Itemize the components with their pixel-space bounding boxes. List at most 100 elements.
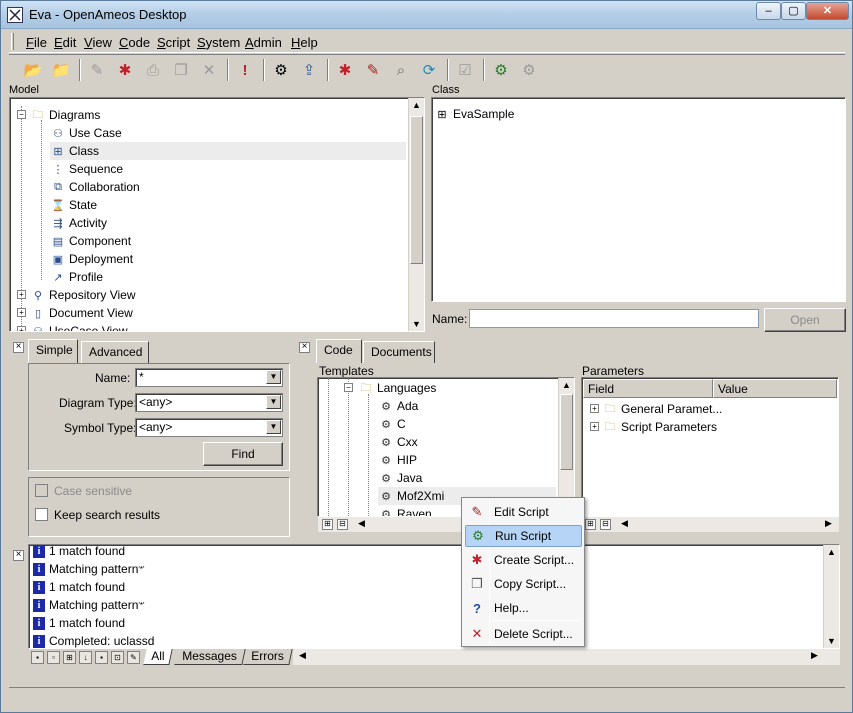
import-icon[interactable]: ⇪ — [297, 58, 321, 82]
log-tab-messages[interactable]: Messages — [174, 649, 246, 665]
create-script-menu-item[interactable]: ✱ Create Script... — [465, 549, 582, 571]
menu-admin[interactable]: Admin — [245, 35, 282, 50]
scroll-right-arrow[interactable]: ▶ — [821, 518, 836, 529]
model-tree-item[interactable]: ⋮ Sequence — [50, 160, 124, 178]
scroll-thumb[interactable] — [410, 116, 423, 264]
model-tree-item[interactable]: ▯ Document View — [30, 304, 133, 322]
case-sensitive-checkbox[interactable] — [35, 484, 48, 497]
edit-icon[interactable]: ✎ — [85, 58, 109, 82]
model-tree-item[interactable]: ⚲ Repository View — [30, 286, 136, 304]
maximize-button[interactable]: ▢ — [781, 2, 806, 20]
model-tree-item[interactable]: ▤ Component — [50, 232, 131, 250]
model-tree-scrollbar[interactable]: ▲ ▼ — [408, 98, 424, 331]
model-tree-item[interactable]: ▣ Deployment — [50, 250, 133, 268]
tab-documents[interactable]: Documents — [363, 341, 435, 363]
open-button[interactable]: Open — [764, 308, 846, 332]
template-item[interactable]: ⚙ Java — [378, 469, 422, 487]
chevron-down-icon[interactable]: ▼ — [266, 395, 281, 409]
menu-file[interactable]: File — [26, 35, 47, 50]
menu-help[interactable]: Help — [291, 35, 318, 50]
gear-icon[interactable]: ⚙ — [269, 58, 293, 82]
scroll-right-arrow[interactable]: ▶ — [807, 650, 822, 661]
value-column-header[interactable]: Value — [713, 379, 837, 398]
parameter-row[interactable]: 🗀 General Paramet... — [602, 400, 723, 418]
close-button[interactable]: ✕ — [806, 2, 849, 20]
template-item[interactable]: ⚙ C — [378, 415, 406, 433]
model-tree-item[interactable]: ⇶ Activity — [50, 214, 107, 232]
tree-collapse-toggle[interactable]: − — [344, 383, 353, 392]
menu-script[interactable]: Script — [157, 35, 190, 50]
model-tree-item[interactable]: ⧉ Collaboration — [50, 178, 140, 196]
scroll-up-arrow[interactable]: ▲ — [559, 380, 574, 390]
open-project-icon[interactable]: 📁 — [49, 58, 73, 82]
model-tree-item[interactable]: ⊞ Class — [50, 142, 406, 160]
template-item[interactable]: 🗀 Languages — [358, 379, 437, 397]
tab-simple[interactable]: Simple — [28, 339, 78, 363]
class-name-input[interactable] — [469, 309, 759, 328]
log-tab-all[interactable]: All — [143, 649, 174, 665]
delete-icon[interactable]: ✕ — [197, 58, 221, 82]
menu-view[interactable]: View — [84, 35, 112, 50]
find-button[interactable]: Find — [203, 442, 283, 466]
chevron-down-icon[interactable]: ▼ — [266, 420, 281, 434]
check-icon[interactable]: ☑ — [453, 58, 477, 82]
clear-log-icon[interactable]: ▫ — [47, 651, 60, 664]
symbol-type-combo[interactable]: <any> ▼ — [135, 418, 283, 437]
model-tree-item[interactable]: ↗ Profile — [50, 268, 103, 286]
model-tree-item[interactable]: 🗀 Diagrams — [30, 106, 101, 124]
parameters-hscrollbar[interactable]: ⊞ ⊟ ◀ ▶ — [581, 517, 839, 532]
class-item[interactable]: ⊞ EvaSample — [434, 105, 514, 123]
edit-symbol-icon[interactable]: ✎ — [361, 58, 385, 82]
tree-expand-toggle[interactable]: + — [17, 326, 26, 331]
model-tree-item[interactable]: ⚇ UseCase View — [30, 322, 127, 331]
close-log-panel-button[interactable]: × — [13, 550, 24, 561]
diagram-type-combo[interactable]: <any> ▼ — [135, 393, 283, 412]
scroll-left-arrow[interactable]: ◀ — [295, 650, 310, 661]
save-log-icon[interactable]: ▪ — [31, 651, 44, 664]
edit-script-menu-item[interactable]: ✎ Edit Script — [465, 501, 582, 523]
settings-icon[interactable]: ⚙ — [517, 58, 541, 82]
new-diagram-icon[interactable]: ✱ — [113, 58, 137, 82]
run-icon[interactable]: ⚙ — [489, 58, 513, 82]
copy-icon[interactable]: ❐ — [169, 58, 193, 82]
tree-collapse-toggle[interactable]: − — [17, 110, 26, 119]
print-log-icon[interactable]: ▪ — [95, 651, 108, 664]
new-project-icon[interactable]: 📂 — [21, 58, 45, 82]
scroll-down-arrow[interactable]: ▼ — [409, 319, 424, 329]
menu-edit[interactable]: Edit — [54, 35, 76, 50]
print-icon[interactable]: ⎙ — [141, 58, 165, 82]
chevron-down-icon[interactable]: ▼ — [266, 370, 281, 384]
collapse-all-button[interactable]: ⊟ — [337, 519, 348, 530]
tree-expand-toggle[interactable]: + — [590, 422, 599, 431]
keep-results-checkbox[interactable] — [35, 508, 48, 521]
template-item[interactable]: ⚙ HIP — [378, 451, 417, 469]
parameter-row[interactable]: 🗀 Script Parameters — [602, 418, 718, 436]
tree-expand-toggle[interactable]: + — [17, 290, 26, 299]
delete-script-menu-item[interactable]: ✕ Delete Script... — [465, 623, 582, 645]
model-tree-item[interactable]: ⌛ State — [50, 196, 97, 214]
tab-code[interactable]: Code — [316, 339, 362, 363]
log-scrollbar[interactable]: ▲ ▼ — [823, 545, 839, 648]
scroll-down-arrow[interactable]: ▼ — [824, 636, 839, 646]
log-hscrollbar[interactable]: ◀ ▶ — [293, 649, 840, 665]
tree-expand-toggle[interactable]: + — [590, 404, 599, 413]
tab-advanced[interactable]: Advanced — [81, 341, 149, 363]
minimize-button[interactable]: – — [756, 2, 781, 20]
model-tree-item[interactable]: ⚇ Use Case — [50, 124, 122, 142]
scroll-left-arrow[interactable]: ◀ — [354, 518, 369, 529]
template-item[interactable]: ⚙ Ada — [378, 397, 418, 415]
alert-icon[interactable]: ! — [233, 58, 257, 82]
field-column-header[interactable]: Field — [583, 379, 713, 398]
search-name-combo[interactable]: * ▼ — [135, 368, 283, 387]
expand-all-button[interactable]: ⊞ — [322, 519, 333, 530]
close-search-panel-button[interactable]: × — [13, 342, 24, 353]
settings-log-icon[interactable]: ✎ — [127, 651, 140, 664]
scroll-up-arrow[interactable]: ▲ — [409, 100, 424, 110]
template-item[interactable]: ⚙ Cxx — [378, 433, 418, 451]
expand-all-button[interactable]: ⊞ — [585, 519, 596, 530]
menu-system[interactable]: System — [197, 35, 240, 50]
templates-scrollbar[interactable]: ▲ — [558, 378, 574, 516]
menu-code[interactable]: Code — [119, 35, 150, 50]
tree-expand-toggle[interactable]: + — [17, 308, 26, 317]
copy-script-menu-item[interactable]: ❐ Copy Script... — [465, 573, 582, 595]
